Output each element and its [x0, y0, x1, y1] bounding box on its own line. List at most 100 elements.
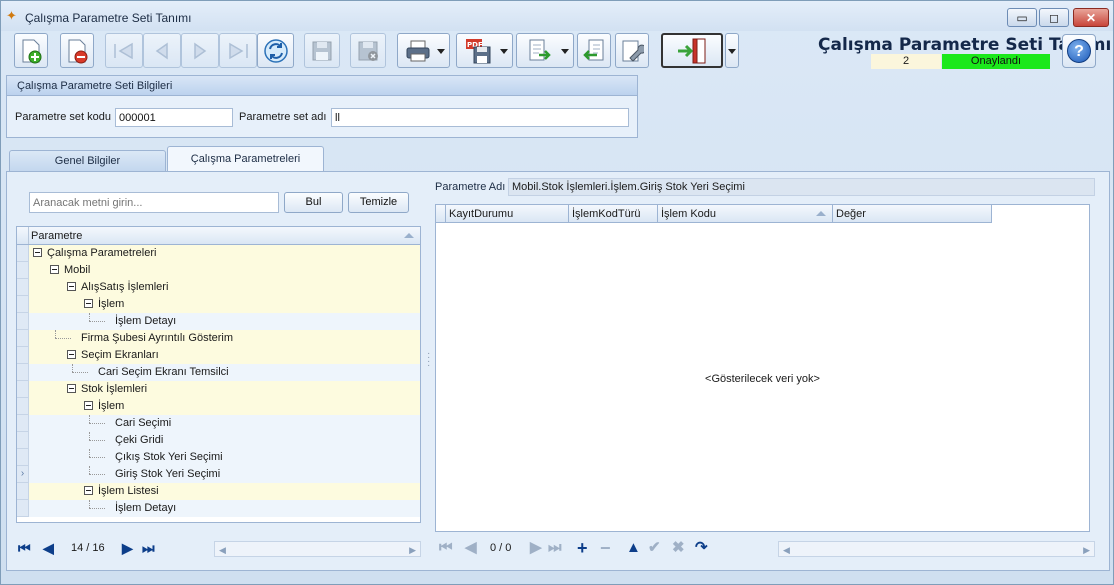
tree-row-body: İşlem Detayı: [29, 500, 420, 517]
tree-node-label: Cari Seçimi: [115, 417, 172, 429]
refresh-icon[interactable]: ↷: [695, 540, 708, 555]
tree-row[interactable]: İşlem Detayı: [17, 500, 420, 517]
clear-button[interactable]: Temizle: [348, 192, 409, 213]
collapse-node-icon[interactable]: [67, 350, 76, 359]
collapse-node-icon[interactable]: [67, 282, 76, 291]
tree-connector: [89, 415, 90, 423]
edit-record-icon[interactable]: ▲: [626, 540, 641, 555]
import-button[interactable]: [577, 33, 611, 68]
pdf-icon: PDF: [466, 38, 491, 63]
chevron-down-icon: [437, 49, 445, 54]
grid-horizontal-scrollbar[interactable]: ◀ ▶: [778, 541, 1095, 557]
tree-row[interactable]: Cari Seçim Ekranı Temsilci: [17, 364, 420, 381]
new-record-button[interactable]: [14, 33, 48, 68]
exit-button[interactable]: [661, 33, 723, 68]
last-record-icon[interactable]: ⏭: [548, 540, 562, 555]
tree-row[interactable]: AlışSatış İşlemleri: [17, 279, 420, 296]
tab-work-parameters[interactable]: Çalışma Parametreleri: [167, 146, 324, 172]
delete-record-button[interactable]: [60, 33, 94, 68]
find-button[interactable]: Bul: [284, 192, 343, 213]
main-window: ✦ Çalışma Parametre Seti Tanımı ▭ ◻ ✕ PD…: [0, 0, 1114, 585]
scroll-left-icon[interactable]: ◀: [219, 545, 226, 556]
set-code-input[interactable]: [115, 108, 233, 127]
tree-row-body: İşlem: [29, 296, 420, 313]
collapse-node-icon[interactable]: [84, 299, 93, 308]
tree-row[interactable]: İşlem Listesi: [17, 483, 420, 500]
collapse-node-icon[interactable]: [84, 486, 93, 495]
tree-horizontal-scrollbar[interactable]: ◀ ▶: [214, 541, 421, 557]
next-record-icon[interactable]: ▶: [122, 541, 133, 555]
exit-options-dropdown[interactable]: [725, 33, 739, 68]
prev-record-button[interactable]: [143, 33, 181, 68]
grid-navigator: ⏮ ◀ 0 / 0 ▶ ⏭ + − ▲ ✔ ✖ ↷ ◀ ▶: [435, 538, 1095, 560]
column-operation-code[interactable]: İşlem Kodu: [658, 205, 833, 223]
tree-row[interactable]: İşlem: [17, 398, 420, 415]
refresh-button[interactable]: [257, 33, 294, 68]
tree-row-body: AlışSatış İşlemleri: [29, 279, 420, 296]
tree-connector: [55, 330, 56, 338]
first-record-icon[interactable]: ⏮: [18, 541, 31, 555]
tree-node-label: İşlem Detayı: [115, 502, 177, 514]
tree-connector: [89, 423, 105, 424]
cancel-save-button[interactable]: [350, 33, 386, 68]
column-value[interactable]: Değer: [833, 205, 992, 223]
printer-icon: [406, 40, 430, 61]
collapse-node-icon[interactable]: [67, 384, 76, 393]
prev-record-icon[interactable]: ◀: [465, 540, 477, 555]
save-button[interactable]: [304, 33, 340, 68]
row-indicator: ›: [17, 466, 29, 483]
tree-row[interactable]: Çıkış Stok Yeri Seçimi: [17, 449, 420, 466]
tree-row[interactable]: Stok İşlemleri: [17, 381, 420, 398]
tree-header-label: Parametre: [31, 230, 83, 242]
import-icon: [583, 39, 604, 60]
last-record-button[interactable]: [219, 33, 257, 68]
first-record-icon[interactable]: ⏮: [439, 540, 453, 555]
search-input[interactable]: [29, 192, 279, 213]
next-record-icon[interactable]: ▶: [530, 540, 542, 555]
tree-row[interactable]: Çalışma Parametreleri: [17, 245, 420, 262]
next-record-button[interactable]: [181, 33, 219, 68]
cancel-edit-icon[interactable]: ✖: [672, 540, 685, 555]
help-button[interactable]: ?: [1062, 34, 1096, 68]
remove-record-icon[interactable]: −: [600, 539, 611, 557]
panel-splitter[interactable]: · · · ·: [427, 349, 433, 371]
pdf-export-button[interactable]: PDF: [456, 33, 513, 68]
collapse-node-icon[interactable]: [33, 248, 42, 257]
set-name-input[interactable]: [331, 108, 629, 127]
prev-record-icon[interactable]: ◀: [43, 541, 54, 555]
first-record-button[interactable]: [105, 33, 143, 68]
confirm-edit-icon[interactable]: ✔: [648, 540, 661, 555]
last-record-icon[interactable]: ⏭: [142, 541, 155, 555]
column-operation-code-type[interactable]: İşlemKodTürü: [569, 205, 658, 223]
scroll-left-icon[interactable]: ◀: [783, 545, 790, 556]
tree-node-label: Çalışma Parametreleri: [47, 247, 157, 259]
collapse-node-icon[interactable]: [84, 401, 93, 410]
tree-row[interactable]: Çeki Gridi: [17, 432, 420, 449]
tools-button[interactable]: [615, 33, 649, 68]
tree-row[interactable]: İşlem: [17, 296, 420, 313]
set-code-label: Parametre set kodu: [15, 111, 111, 123]
tree-row[interactable]: › Giriş Stok Yeri Seçimi: [17, 466, 420, 483]
scroll-right-icon[interactable]: ▶: [409, 545, 416, 556]
tree-row[interactable]: İşlem Detayı: [17, 313, 420, 330]
column-record-status[interactable]: KayıtDurumu: [446, 205, 569, 223]
tree-row[interactable]: Cari Seçimi: [17, 415, 420, 432]
print-button[interactable]: [397, 33, 450, 68]
export-button[interactable]: [516, 33, 574, 68]
parameter-name-value: Mobil.Stok İşlemleri.İşlem.Giriş Stok Ye…: [508, 178, 1095, 196]
scroll-right-icon[interactable]: ▶: [1083, 545, 1090, 556]
add-record-icon[interactable]: +: [577, 539, 588, 557]
tree-row[interactable]: Mobil: [17, 262, 420, 279]
title-bar: ✦ Çalışma Parametre Seti Tanımı ▭ ◻ ✕: [1, 1, 1113, 31]
tab-general-info[interactable]: Genel Bilgiler: [9, 150, 166, 172]
empty-grid-message: <Gösterilecek veri yok>: [705, 373, 820, 385]
tree-row-body: Çeki Gridi: [29, 432, 420, 449]
tree-header[interactable]: Parametre: [17, 227, 420, 245]
collapse-node-icon[interactable]: [50, 265, 59, 274]
close-button[interactable]: ✕: [1073, 8, 1109, 27]
tree-row[interactable]: Seçim Ekranları: [17, 347, 420, 364]
maximize-button[interactable]: ◻: [1039, 8, 1069, 27]
minimize-button[interactable]: ▭: [1007, 8, 1037, 27]
tree-row[interactable]: Firma Şubesi Ayrıntılı Gösterim: [17, 330, 420, 347]
row-indicator: [17, 279, 29, 296]
